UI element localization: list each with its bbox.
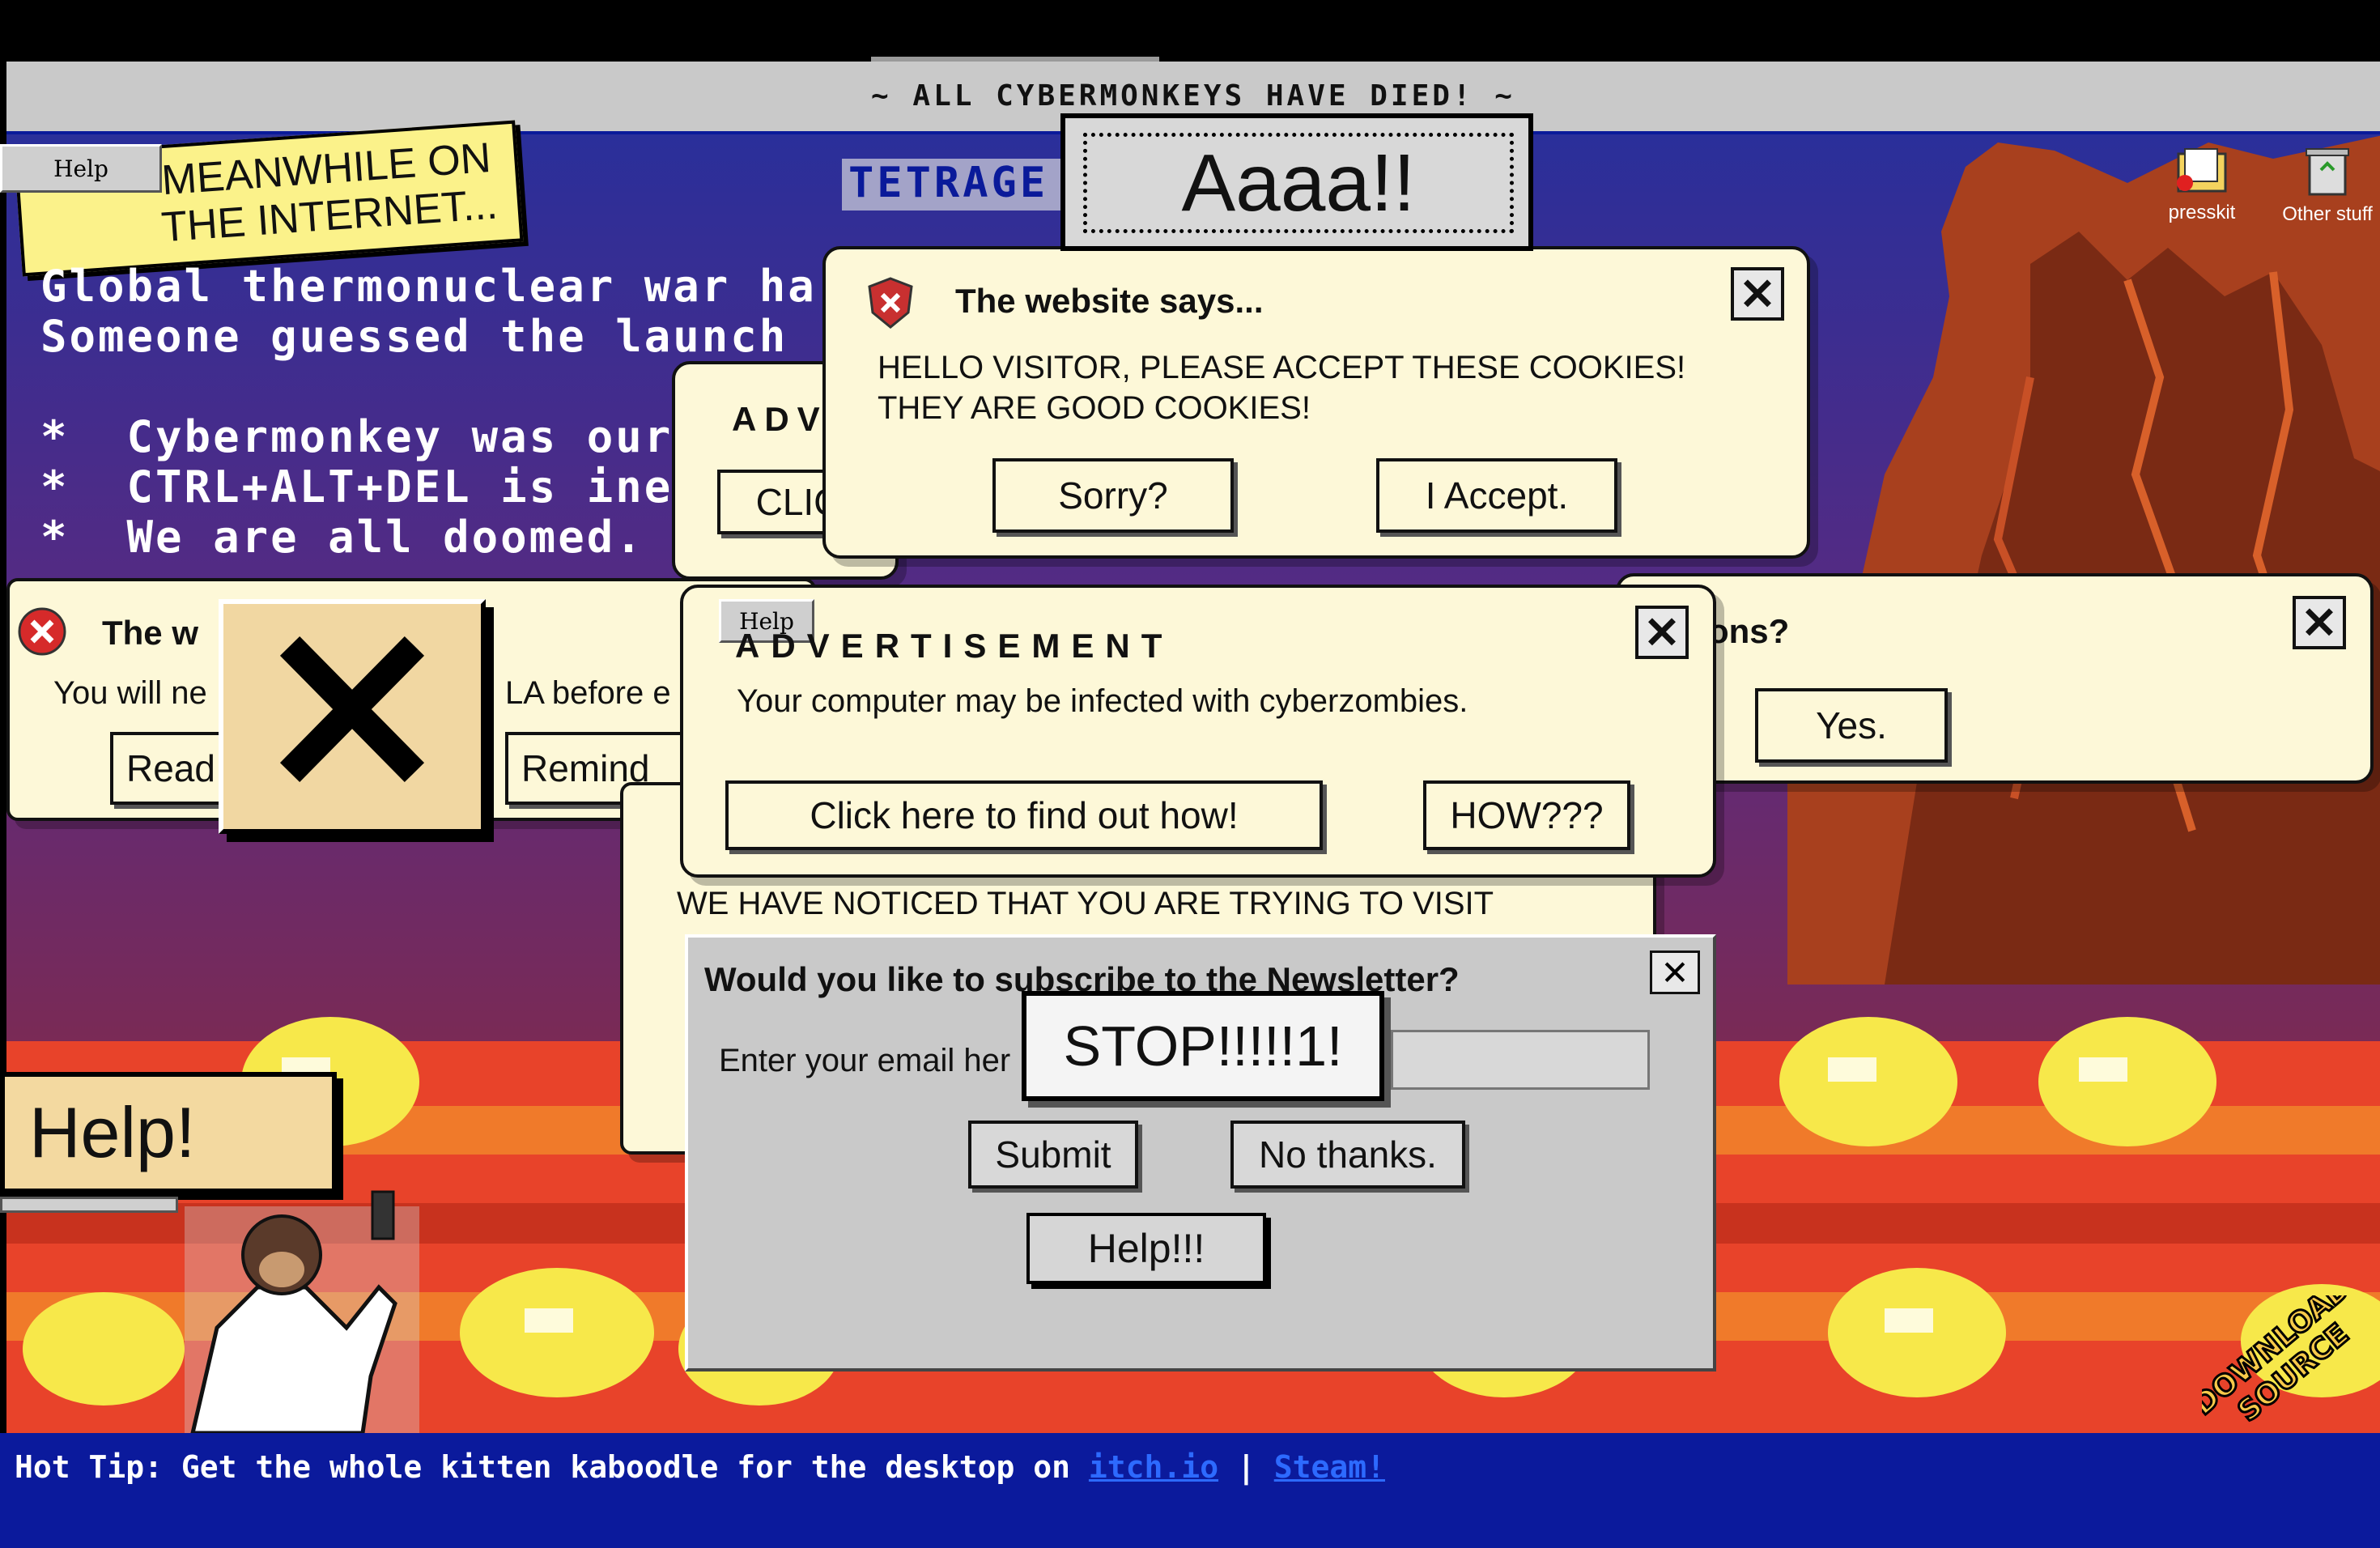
accept-button[interactable]: I Accept. [1376,458,1617,533]
close-icon [223,604,481,829]
close-icon[interactable]: ✕ [1650,950,1700,994]
terminal-bullet: * We are all doomed. [40,512,644,563]
notice-line-1: WE HAVE NOTICED THAT YOU ARE TRYING TO V… [677,886,1494,922]
ad-title: ADVERTISEMENT [735,627,1173,666]
hot-tip-text: Hot Tip: Get the whole kitten kaboodle f… [15,1449,1089,1485]
close-icon[interactable]: ✕ [2293,596,2346,649]
cybermonkey-character [168,1190,444,1433]
find-out-button[interactable]: Click here to find out how! [725,780,1323,850]
folder-alert-icon [2174,142,2230,196]
aaaa-label[interactable]: Aaaa!! [1083,133,1514,233]
desktop-icon-label: Other stuff [2275,203,2380,226]
no-thanks-button[interactable]: No thanks. [1230,1121,1465,1189]
advertisement-popup: Help ADVERTISEMENT ✕ Your computer may b… [680,585,1716,878]
link-separator: | [1218,1449,1274,1485]
close-icon[interactable]: ✕ [1635,606,1689,659]
terminal-bullet: * Cybermonkey was our [40,411,673,462]
right-popup-title: ons? [1708,612,1789,651]
ad-back-title: ADV [732,400,828,439]
hot-tip: Hot Tip: Get the whole kitten kaboodle f… [15,1449,1385,1485]
desktop-icon-presskit[interactable]: presskit [2153,142,2250,224]
steam-link[interactable]: Steam! [1274,1449,1385,1485]
download-source-link[interactable]: DOWNLOAD SOURCE [2202,1295,2364,1425]
stop-button[interactable]: STOP!!!!!1! [1022,991,1384,1101]
terminal-line: Global thermonuclear war ha [40,261,817,312]
email-label: Enter your email her [719,1043,1010,1079]
submit-button[interactable]: Submit [968,1121,1138,1189]
left-popup-title: The w [102,614,198,653]
help-button-topleft[interactable]: Help [0,144,162,193]
right-popup: ons? ✕ Yes. [1616,573,2374,784]
desktop-icon-label: presskit [2153,202,2250,224]
big-close-button[interactable] [219,599,486,834]
help-button-large[interactable]: Help! [0,1072,337,1193]
help-button-center[interactable]: Help!!! [1026,1213,1266,1284]
terminal-bullet: * CTRL+ALT+DEL is ine [40,461,673,512]
volcano-mountain [1787,134,2380,985]
title-text: ~ ALL CYBERMONKEYS HAVE DIED! ~ [6,79,2380,113]
error-icon [16,606,68,657]
left-popup-text-2: LA before e [505,675,671,712]
sorry-button[interactable]: Sorry? [992,458,1234,533]
how-button[interactable]: HOW??? [1423,780,1630,850]
shield-alert-icon [866,277,915,330]
terminal-line: Someone guessed the launch [40,311,788,362]
email-field[interactable] [1391,1030,1650,1090]
cookie-popup: The website says... ✕ HELLO VISITOR, PLE… [822,246,1810,559]
desktop-icon-other-stuff[interactable]: Other stuff [2275,142,2380,226]
left-popup-text: You will ne [53,675,207,712]
help-button-shadow [0,1197,178,1213]
close-icon[interactable]: ✕ [1731,267,1784,321]
cookie-line-1: HELLO VISITOR, PLEASE ACCEPT THESE COOKI… [878,350,1685,386]
itch-link[interactable]: itch.io [1089,1449,1218,1485]
ad-text: Your computer may be infected with cyber… [737,683,1468,720]
cookie-line-2: THEY ARE GOOD COOKIES! [878,390,1311,427]
yes-button[interactable]: Yes. [1755,688,1948,763]
tetrage-label: TETRAGE [842,159,1060,211]
recycle-bin-icon [2301,142,2353,198]
cookie-popup-title: The website says... [955,282,1264,321]
